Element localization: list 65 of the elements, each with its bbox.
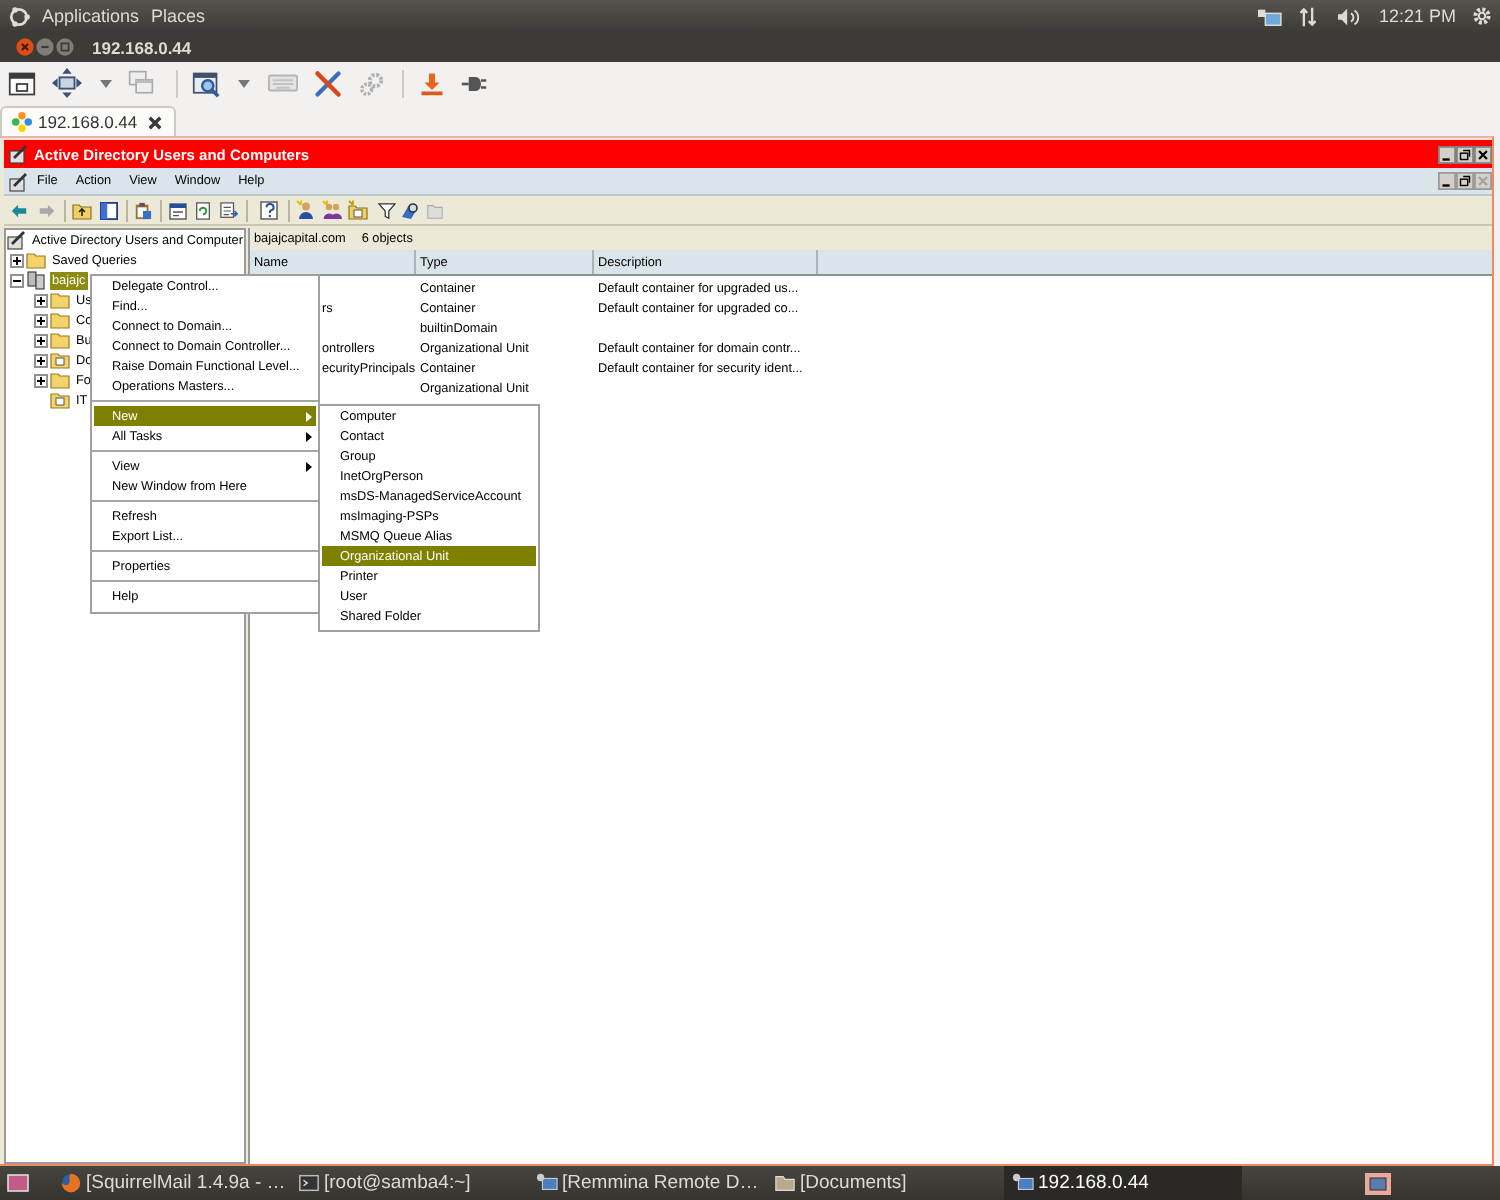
ubuntu-logo-icon[interactable] bbox=[8, 5, 30, 27]
folder-icon bbox=[774, 1172, 796, 1194]
tab[interactable]: 192.168.0.44 bbox=[0, 106, 176, 136]
caret-icon[interactable] bbox=[238, 79, 250, 87]
expand-icon[interactable] bbox=[34, 313, 48, 327]
maximize-icon[interactable] bbox=[56, 38, 74, 56]
tools-icon[interactable] bbox=[314, 69, 342, 97]
console-icon[interactable] bbox=[8, 171, 28, 191]
remote-desktop-icon bbox=[536, 1172, 558, 1194]
taskbar-item[interactable]: [SquirrelMail 1.4.9a - … bbox=[52, 1166, 290, 1200]
move-arrows-icon[interactable] bbox=[52, 68, 82, 98]
transfer-arrows-icon[interactable] bbox=[1298, 5, 1319, 27]
download-icon[interactable] bbox=[420, 71, 444, 95]
expand-icon[interactable] bbox=[34, 293, 48, 307]
help-icon[interactable] bbox=[260, 200, 280, 220]
remmina-logo-icon bbox=[12, 112, 32, 132]
browser-icon bbox=[60, 1172, 82, 1194]
export-list-icon[interactable] bbox=[220, 201, 238, 219]
expand-icon[interactable] bbox=[10, 253, 24, 267]
minimize-icon[interactable] bbox=[1438, 145, 1456, 163]
expand-icon[interactable] bbox=[34, 373, 48, 387]
network-icon[interactable] bbox=[1256, 5, 1283, 27]
panel-menu[interactable]: Applications bbox=[42, 6, 140, 26]
expand-icon[interactable] bbox=[34, 353, 48, 367]
close-icon[interactable] bbox=[147, 115, 162, 129]
gear-icon[interactable] bbox=[1472, 6, 1492, 26]
restore-icon[interactable] bbox=[1456, 172, 1474, 190]
zoom-window-icon[interactable] bbox=[192, 69, 220, 97]
workspace-switcher-icon[interactable] bbox=[1364, 1171, 1392, 1195]
ou-folder-icon bbox=[50, 390, 70, 410]
show-desktop-icon[interactable] bbox=[6, 1172, 30, 1194]
clock[interactable]: 12:21 PM bbox=[1378, 6, 1456, 26]
taskbar-item[interactable]: [Documents] bbox=[766, 1166, 1004, 1200]
new-user-icon[interactable] bbox=[296, 200, 316, 220]
back-arrow-icon[interactable] bbox=[10, 201, 28, 219]
console-icon bbox=[6, 230, 26, 250]
fullscreen-icon[interactable] bbox=[8, 69, 36, 97]
taskbar-item[interactable]: [Remmina Remote D… bbox=[528, 1166, 766, 1200]
submenu-arrow-icon bbox=[306, 461, 312, 471]
refresh-icon[interactable] bbox=[194, 201, 212, 219]
console-icon bbox=[8, 144, 28, 164]
minimize-icon[interactable] bbox=[1438, 172, 1456, 190]
clipboard-icon[interactable] bbox=[134, 201, 152, 219]
close-icon[interactable] bbox=[1474, 145, 1492, 163]
folder-up-icon[interactable] bbox=[72, 200, 92, 220]
window-title: 192.168.0.44 bbox=[92, 37, 192, 57]
restore-icon[interactable] bbox=[1456, 145, 1474, 163]
console-tree-icon[interactable] bbox=[100, 201, 118, 219]
taskbar-item[interactable]: [root@samba4:~] bbox=[290, 1166, 528, 1200]
ou-folder-icon bbox=[50, 350, 70, 370]
find-icon[interactable] bbox=[400, 200, 420, 220]
properties-icon[interactable] bbox=[168, 200, 188, 220]
filter-icon[interactable] bbox=[378, 201, 396, 219]
new-ou-icon[interactable] bbox=[348, 200, 368, 220]
taskbar-item[interactable]: 192.168.0.44 bbox=[1004, 1166, 1242, 1200]
minimize-icon[interactable] bbox=[36, 38, 54, 56]
collapse-icon[interactable] bbox=[10, 273, 24, 287]
expand-icon[interactable] bbox=[34, 333, 48, 347]
domain-icon bbox=[26, 270, 46, 290]
new-group-icon[interactable] bbox=[322, 200, 342, 220]
terminal-icon bbox=[298, 1172, 320, 1194]
speaker-icon[interactable] bbox=[1336, 5, 1363, 27]
caret-icon[interactable] bbox=[100, 79, 112, 87]
panel-menu[interactable]: Places bbox=[151, 6, 206, 26]
remote-desktop-icon bbox=[1012, 1172, 1034, 1194]
